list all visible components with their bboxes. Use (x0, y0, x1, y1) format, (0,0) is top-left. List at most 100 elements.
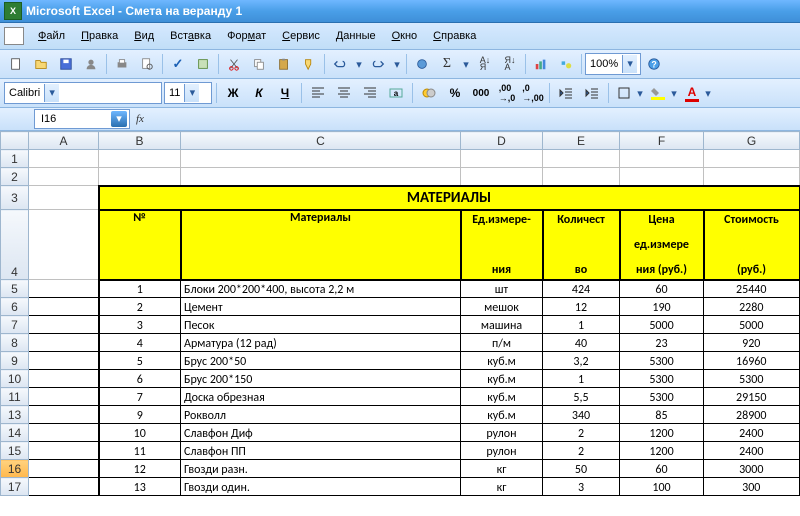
select-all-corner[interactable] (1, 132, 29, 150)
cell-unit[interactable]: куб.м (461, 388, 543, 406)
cell-cost[interactable]: 920 (704, 334, 800, 352)
cell-unit[interactable]: куб.м (461, 370, 543, 388)
cell-price[interactable]: 23 (620, 334, 704, 352)
autosum-dropdown-icon[interactable]: ▾ (460, 52, 472, 76)
name-box[interactable]: I16 ▾ (34, 109, 130, 129)
cell-cost[interactable]: 5300 (704, 370, 800, 388)
cell-qty[interactable]: 1 (543, 370, 620, 388)
undo-dropdown-icon[interactable]: ▾ (353, 52, 365, 76)
cell-unit[interactable]: куб.м (461, 352, 543, 370)
menu-edit[interactable]: Правка (73, 27, 126, 45)
borders-button[interactable]: ▾ (613, 82, 645, 104)
fill-color-button[interactable]: ▾ (647, 82, 679, 104)
row-header[interactable]: 13 (1, 406, 29, 424)
col-header[interactable]: F (620, 132, 704, 150)
sort-desc-icon[interactable]: Я↓А (498, 52, 522, 76)
underline-button[interactable]: Ч (273, 81, 297, 105)
cell-price[interactable]: 1200 (620, 424, 704, 442)
redo-dropdown-icon[interactable]: ▾ (391, 52, 403, 76)
chevron-down-icon[interactable]: ▾ (44, 84, 59, 102)
permission-icon[interactable] (79, 52, 103, 76)
merge-center-icon[interactable]: a (384, 81, 408, 105)
cell-cost[interactable]: 300 (704, 478, 800, 496)
row-header[interactable]: 14 (1, 424, 29, 442)
cell-num[interactable]: 1 (99, 280, 181, 298)
cell-name[interactable]: Брус 200*50 (181, 352, 461, 370)
table-header-material[interactable]: Материалы (181, 210, 461, 280)
cell-price[interactable]: 5300 (620, 370, 704, 388)
cell-unit[interactable]: рулон (461, 442, 543, 460)
menu-data[interactable]: Данные (328, 27, 384, 45)
row-header[interactable]: 3 (1, 186, 29, 210)
cell-price[interactable]: 190 (620, 298, 704, 316)
chevron-down-icon[interactable]: ▾ (111, 111, 127, 127)
cell-cost[interactable]: 3000 (704, 460, 800, 478)
cell-name[interactable]: Цемент (181, 298, 461, 316)
cell-num[interactable]: 6 (99, 370, 181, 388)
cell-unit[interactable]: п/м (461, 334, 543, 352)
font-combo[interactable]: Calibri▾ (4, 82, 162, 104)
col-header[interactable]: A (29, 132, 99, 150)
cell-name[interactable]: Гвозди разн. (181, 460, 461, 478)
cell-num[interactable]: 7 (99, 388, 181, 406)
cell-unit[interactable]: кг (461, 478, 543, 496)
cell-cost[interactable]: 16960 (704, 352, 800, 370)
col-header[interactable]: G (704, 132, 800, 150)
comma-icon[interactable]: 000 (469, 81, 493, 105)
spreadsheet-grid[interactable]: A B C D E F G 1 2 3 МАТЕРИАЛЫ 4 № Матери… (0, 131, 800, 496)
cell-cost[interactable]: 2400 (704, 424, 800, 442)
cell-num[interactable]: 12 (99, 460, 181, 478)
format-painter-icon[interactable] (297, 52, 321, 76)
align-left-icon[interactable] (306, 81, 330, 105)
col-header[interactable]: D (461, 132, 543, 150)
cell-price[interactable]: 5300 (620, 388, 704, 406)
bold-button[interactable]: Ж (221, 81, 245, 105)
row-header[interactable]: 9 (1, 352, 29, 370)
cell-qty[interactable]: 340 (543, 406, 620, 424)
row-header[interactable]: 4 (1, 210, 29, 280)
cell-price[interactable]: 85 (620, 406, 704, 424)
cell-unit[interactable]: рулон (461, 424, 543, 442)
cell-name[interactable]: Рокволл (181, 406, 461, 424)
save-icon[interactable] (54, 52, 78, 76)
cell-name[interactable]: Доска обрезная (181, 388, 461, 406)
zoom-combo[interactable]: 100%▾ (585, 53, 641, 75)
row-header[interactable]: 1 (1, 150, 29, 168)
cell-cost[interactable]: 28900 (704, 406, 800, 424)
redo-icon[interactable] (366, 52, 390, 76)
cell-price[interactable]: 60 (620, 280, 704, 298)
font-size-combo[interactable]: 11▾ (164, 82, 212, 104)
menu-window[interactable]: Окно (384, 27, 426, 45)
menu-help[interactable]: Справка (425, 27, 484, 45)
decrease-decimal-icon[interactable]: ,0→,00 (521, 81, 545, 105)
cell-qty[interactable]: 424 (543, 280, 620, 298)
autosum-icon[interactable]: Σ (435, 52, 459, 76)
cell-num[interactable]: 11 (99, 442, 181, 460)
cell-price[interactable]: 100 (620, 478, 704, 496)
row-header[interactable]: 7 (1, 316, 29, 334)
drawing-icon[interactable] (554, 52, 578, 76)
table-header-unit[interactable]: Ед.измере-ния (461, 210, 543, 280)
row-header[interactable]: 10 (1, 370, 29, 388)
row-header[interactable]: 2 (1, 168, 29, 186)
help-icon[interactable]: ? (642, 52, 666, 76)
section-title[interactable]: МАТЕРИАЛЫ (99, 186, 800, 210)
col-header[interactable]: C (181, 132, 461, 150)
fx-icon[interactable]: fx (136, 113, 144, 125)
align-center-icon[interactable] (332, 81, 356, 105)
decrease-indent-icon[interactable] (554, 81, 578, 105)
table-header-num[interactable]: № (99, 210, 181, 280)
row-header[interactable]: 17 (1, 478, 29, 496)
menu-view[interactable]: Вид (126, 27, 162, 45)
cell-num[interactable]: 9 (99, 406, 181, 424)
open-icon[interactable] (29, 52, 53, 76)
cell-unit[interactable]: куб.м (461, 406, 543, 424)
cell-qty[interactable]: 2 (543, 424, 620, 442)
table-header-price[interactable]: Ценаед.измерения (руб.) (620, 210, 704, 280)
cell-qty[interactable]: 1 (543, 316, 620, 334)
sort-asc-icon[interactable]: А↓Я (473, 52, 497, 76)
cell-name[interactable]: Блоки 200*200*400, высота 2,2 м (181, 280, 461, 298)
cell-num[interactable]: 5 (99, 352, 181, 370)
cell-qty[interactable]: 5,5 (543, 388, 620, 406)
row-header[interactable]: 8 (1, 334, 29, 352)
